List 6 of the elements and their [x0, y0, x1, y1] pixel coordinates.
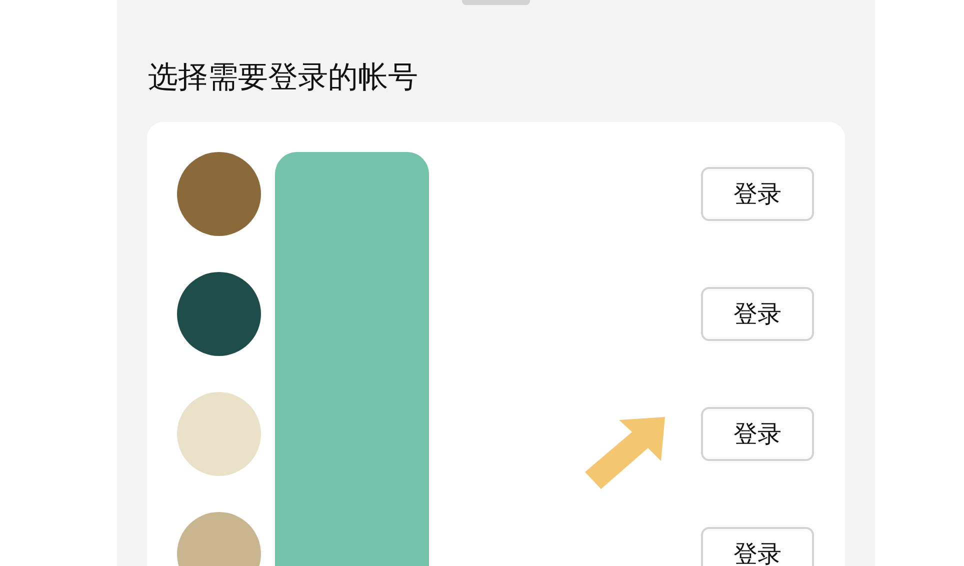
login-button[interactable]: 登录	[701, 527, 814, 566]
sheet-title: 选择需要登录的帐号	[148, 59, 419, 97]
login-button[interactable]: 登录	[701, 287, 814, 341]
login-button[interactable]: 登录	[701, 167, 814, 221]
drag-handle[interactable]	[462, 0, 530, 5]
login-button[interactable]: 登录	[701, 407, 814, 461]
